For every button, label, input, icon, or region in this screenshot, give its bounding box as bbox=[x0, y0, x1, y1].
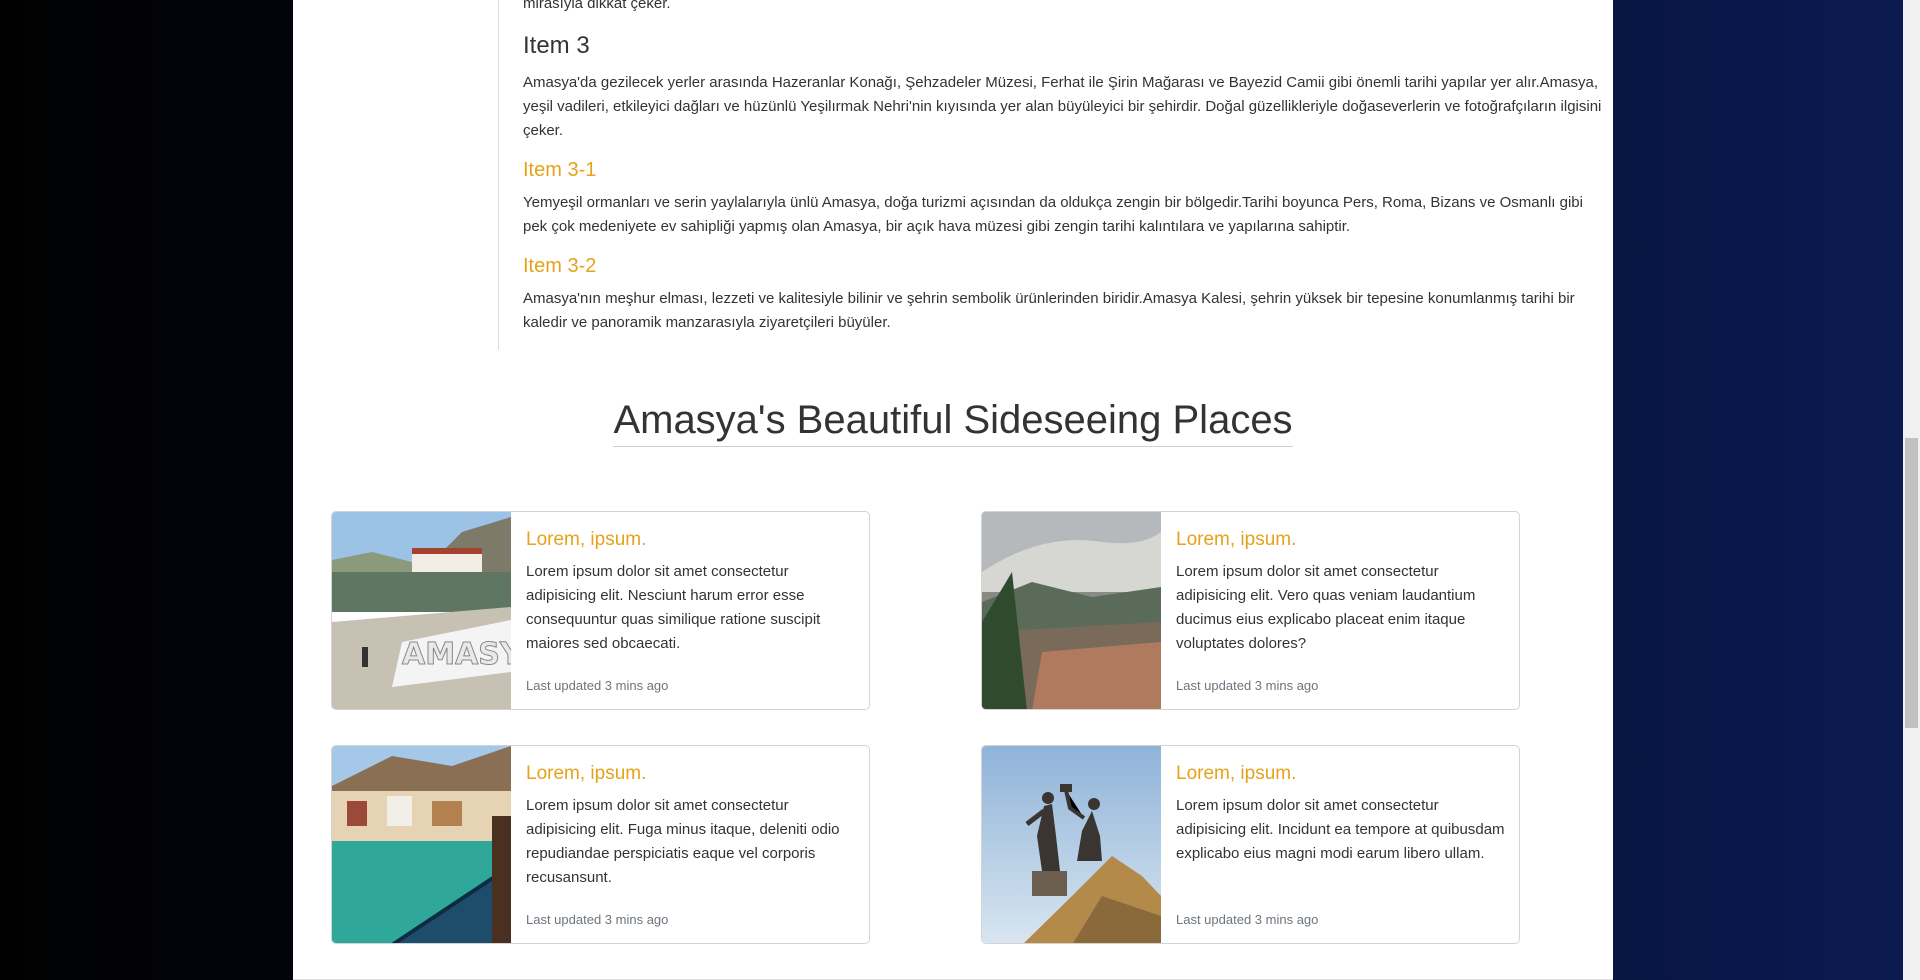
section-title-text: Amasya's Beautiful Sideseeing Places bbox=[613, 396, 1293, 447]
card-title: Lorem, ipsum. bbox=[526, 529, 647, 550]
article-tail-text: mirasıyla dikkat çeker. bbox=[523, 0, 671, 12]
page-container: mirasıyla dikkat çeker. Item 3 Amasya'da… bbox=[293, 0, 1613, 980]
place-card[interactable]: AMASY Lorem, ipsum. Lorem ipsum dolor si… bbox=[331, 511, 870, 710]
card-updated: Last updated 3 mins ago bbox=[1176, 678, 1319, 693]
card-text: Lorem ipsum dolor sit amet consectetur a… bbox=[1176, 563, 1476, 652]
place-card[interactable]: Lorem, ipsum. Lorem ipsum dolor sit amet… bbox=[331, 745, 870, 944]
scrollbar-thumb[interactable] bbox=[1905, 438, 1918, 728]
card-updated: Last updated 3 mins ago bbox=[526, 912, 669, 927]
yesilirmak-river-houses-photo bbox=[332, 746, 511, 943]
card-text: Lorem ipsum dolor sit amet consectetur a… bbox=[526, 797, 840, 886]
item-3-text: Amasya'da gezilecek yerler arasında Haze… bbox=[523, 74, 1602, 139]
item-3-1-heading: Item 3-1 bbox=[523, 159, 597, 181]
svg-text:AMASY: AMASY bbox=[402, 637, 511, 672]
page-scrollbar[interactable] bbox=[1903, 0, 1920, 980]
item-3-2-text: Amasya'nın meşhur elması, lezzeti ve kal… bbox=[523, 290, 1575, 331]
card-updated: Last updated 3 mins ago bbox=[526, 678, 669, 693]
place-card[interactable]: Lorem, ipsum. Lorem ipsum dolor sit amet… bbox=[981, 511, 1520, 710]
ferhat-sirin-statue-photo bbox=[982, 746, 1161, 943]
mountain-valley-city-photo bbox=[982, 512, 1161, 709]
card-text: Lorem ipsum dolor sit amet consectetur a… bbox=[526, 563, 821, 652]
article-section: mirasıyla dikkat çeker. Item 3 Amasya'da… bbox=[498, 0, 1601, 350]
card-title: Lorem, ipsum. bbox=[526, 763, 647, 784]
item-3-2-heading: Item 3-2 bbox=[523, 255, 597, 277]
card-updated: Last updated 3 mins ago bbox=[1176, 912, 1319, 927]
card-title: Lorem, ipsum. bbox=[1176, 529, 1297, 550]
card-title: Lorem, ipsum. bbox=[1176, 763, 1297, 784]
card-text: Lorem ipsum dolor sit amet consectetur a… bbox=[1176, 797, 1505, 862]
amasya-sign-riverside-photo: AMASY bbox=[332, 512, 511, 709]
section-title: Amasya's Beautiful Sideseeing Places bbox=[293, 396, 1613, 447]
place-card[interactable]: Lorem, ipsum. Lorem ipsum dolor sit amet… bbox=[981, 745, 1520, 944]
item-3-1-text: Yemyeşil ormanları ve serin yaylalarıyla… bbox=[523, 194, 1583, 235]
item-3-heading: Item 3 bbox=[523, 32, 590, 59]
